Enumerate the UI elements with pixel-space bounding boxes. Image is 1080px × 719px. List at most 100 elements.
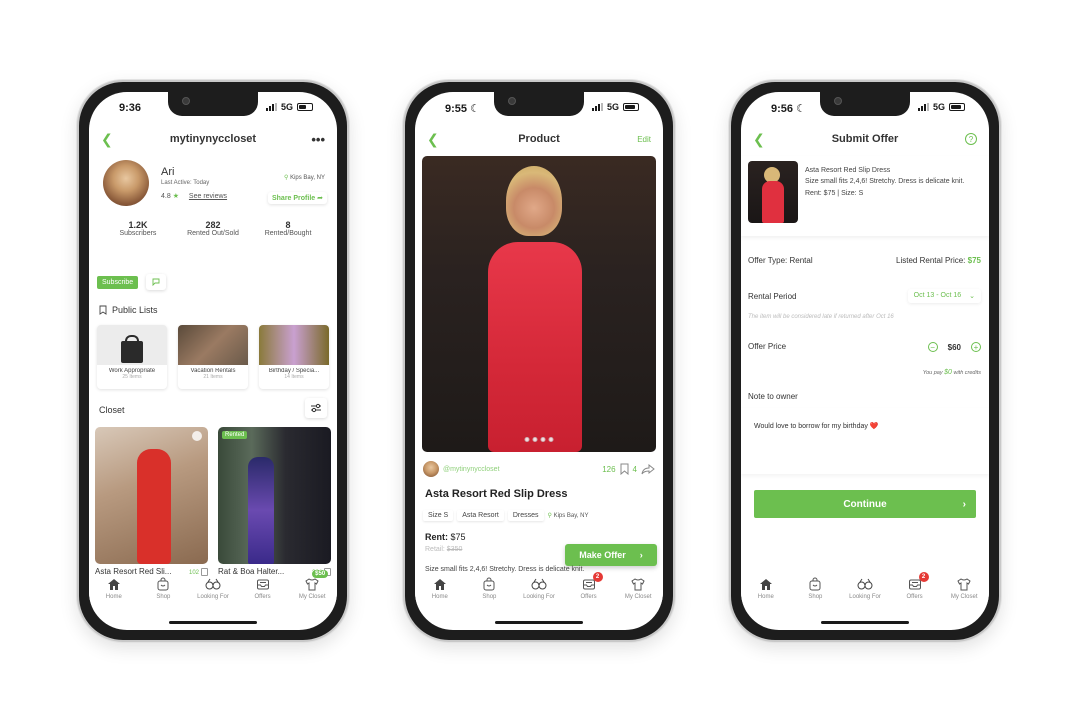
stat-rented-out[interactable]: 282 Rented Out/Sold [176, 220, 250, 237]
location-pin-icon: ⚲ [547, 513, 552, 519]
sliders-icon [311, 403, 321, 413]
item-thumbnail [748, 161, 798, 223]
tab-home[interactable]: Home [742, 576, 790, 600]
decrement-button[interactable]: − [927, 342, 938, 352]
credits-post: with credits [953, 370, 981, 376]
chevron-right-icon: › [962, 498, 966, 510]
rental-period-label: Rental Period [748, 291, 797, 301]
back-chevron-icon[interactable]: ❮ [753, 131, 765, 148]
tab-home[interactable]: Home [90, 576, 138, 600]
subscribe-row: Subscribe [97, 274, 166, 290]
tab-offers[interactable]: Offers [239, 576, 287, 600]
rent-value: $75 [450, 532, 466, 542]
camera [508, 97, 516, 105]
rental-period-dropdown[interactable]: Oct 13 - Oct 16 ⌄ [908, 289, 981, 303]
increment-button[interactable]: + [971, 342, 981, 352]
bookmark-icon[interactable] [201, 568, 208, 576]
edit-button[interactable]: Edit [637, 135, 651, 144]
message-button[interactable] [146, 274, 166, 290]
share-arrow-icon[interactable] [641, 463, 655, 475]
tab-offers[interactable]: 2 Offers [891, 572, 939, 600]
avatar[interactable] [103, 160, 149, 206]
tab-looking-for[interactable]: Looking For [841, 576, 889, 600]
more-options-icon[interactable]: ••• [311, 132, 325, 147]
chat-bubble-icon [152, 278, 160, 287]
list-card[interactable]: Work Appropriate 25 Items [97, 325, 167, 389]
stat-subscribers[interactable]: 1.2K Subscribers [101, 220, 175, 237]
share-icon[interactable] [192, 431, 202, 441]
closet-item-title: Asta Resort Red Sli... [95, 567, 172, 576]
tab-my-closet[interactable]: My Closet [940, 576, 988, 600]
chip-brand[interactable]: Asta Resort [457, 510, 504, 521]
list-card[interactable]: Vacation Rentals 21 Items [178, 325, 248, 389]
network-label: 5G [932, 102, 945, 112]
closet-item[interactable]: Asta Resort Red Sli... 102 [95, 427, 208, 576]
stat-rented-bought[interactable]: 8 Rented/Bought [251, 220, 325, 237]
carousel-dot[interactable] [548, 437, 554, 442]
owner-avatar[interactable] [423, 461, 439, 477]
offer-price-value[interactable]: $60 [948, 343, 961, 352]
notch [494, 92, 584, 116]
red-dress-shape [137, 449, 171, 564]
owner-handle[interactable]: @mytinynyccloset [443, 466, 500, 473]
chip-category[interactable]: Dresses [508, 510, 544, 521]
tab-home[interactable]: Home [416, 576, 464, 600]
closet-grid: Asta Resort Red Sli... 102 Rented Rat & … [95, 427, 331, 576]
offer-type-row: Offer Type: Rental Listed Rental Price: … [748, 256, 981, 265]
tab-offers[interactable]: 2 Offers [565, 572, 613, 600]
closet-item[interactable]: Rented Rat & Boa Halter... 264 [218, 427, 331, 576]
signal-icon [917, 103, 929, 111]
camera [182, 97, 190, 105]
continue-button[interactable]: Continue › [754, 490, 976, 518]
profile-header: Ari Last Active: Today 4.8 ★ See reviews… [103, 160, 325, 212]
carousel-dot[interactable] [532, 437, 538, 442]
tab-shop[interactable]: Shop [465, 576, 513, 600]
back-chevron-icon[interactable]: ❮ [427, 131, 439, 148]
list-card[interactable]: Birthday / Specia... 14 Items [259, 325, 329, 389]
tab-label: My Closet [950, 594, 978, 600]
tab-my-closet[interactable]: My Closet [614, 576, 662, 600]
credits-pre: You pay [922, 370, 943, 376]
share-count: 4 [632, 464, 637, 474]
tab-label: Home [105, 594, 122, 600]
public-lists-heading: Public Lists [99, 305, 158, 315]
rating: 4.8 ★ See reviews [161, 192, 227, 200]
make-offer-button[interactable]: Make Offer › [565, 544, 657, 566]
tab-shop[interactable]: Shop [791, 576, 839, 600]
filter-button[interactable] [305, 398, 327, 418]
tab-shop[interactable]: Shop [139, 576, 187, 600]
rental-period-value: Oct 13 - Oct 16 [913, 292, 962, 299]
status-time: 9:56 [771, 103, 794, 115]
tab-my-closet[interactable]: $50 My Closet [288, 570, 336, 600]
product-image-carousel[interactable] [422, 156, 656, 452]
carousel-dot[interactable] [540, 437, 546, 442]
battery-icon [623, 103, 639, 111]
help-icon[interactable]: ? [965, 133, 977, 145]
carousel-dot[interactable] [524, 437, 530, 442]
rent-label: Rent: [425, 532, 448, 542]
retail-label: Retail: [425, 546, 445, 553]
chip-size[interactable]: Size S [423, 510, 453, 521]
rental-period-row: Rental Period Oct 13 - Oct 16 ⌄ [748, 289, 981, 303]
product-description: Size small fits 2,4,6! Stretchy. Dress i… [425, 566, 585, 573]
listed-price: Listed Rental Price: $75 [896, 256, 981, 265]
tshirt-icon [288, 576, 336, 592]
note-textarea[interactable]: Would love to borrow for my birthday ❤️ [741, 408, 989, 474]
share-profile-button[interactable]: Share Profile ➦ [268, 192, 327, 204]
tab-label: My Closet [298, 594, 326, 600]
tab-looking-for[interactable]: Looking For [189, 576, 237, 600]
subscribe-button[interactable]: Subscribe [97, 275, 139, 289]
list-image [259, 325, 329, 365]
home-indicator [169, 621, 257, 624]
tab-looking-for[interactable]: Looking For [515, 576, 563, 600]
product-chips: Size S Asta Resort Dresses ⚲ Kips Bay, N… [423, 510, 588, 521]
closet-item-image: Rented [218, 427, 331, 564]
tab-label: Offers [906, 594, 923, 600]
note-label-row: Note to owner [748, 392, 981, 401]
nav-bar: ❮ mytinynyccloset ••• [89, 126, 337, 152]
stat-value: 1.2K [128, 220, 148, 230]
public-lists-title: Public Lists [112, 305, 158, 315]
see-reviews-link[interactable]: See reviews [189, 193, 227, 200]
back-chevron-icon[interactable]: ❮ [101, 131, 113, 148]
bookmark-icon[interactable] [620, 463, 629, 475]
